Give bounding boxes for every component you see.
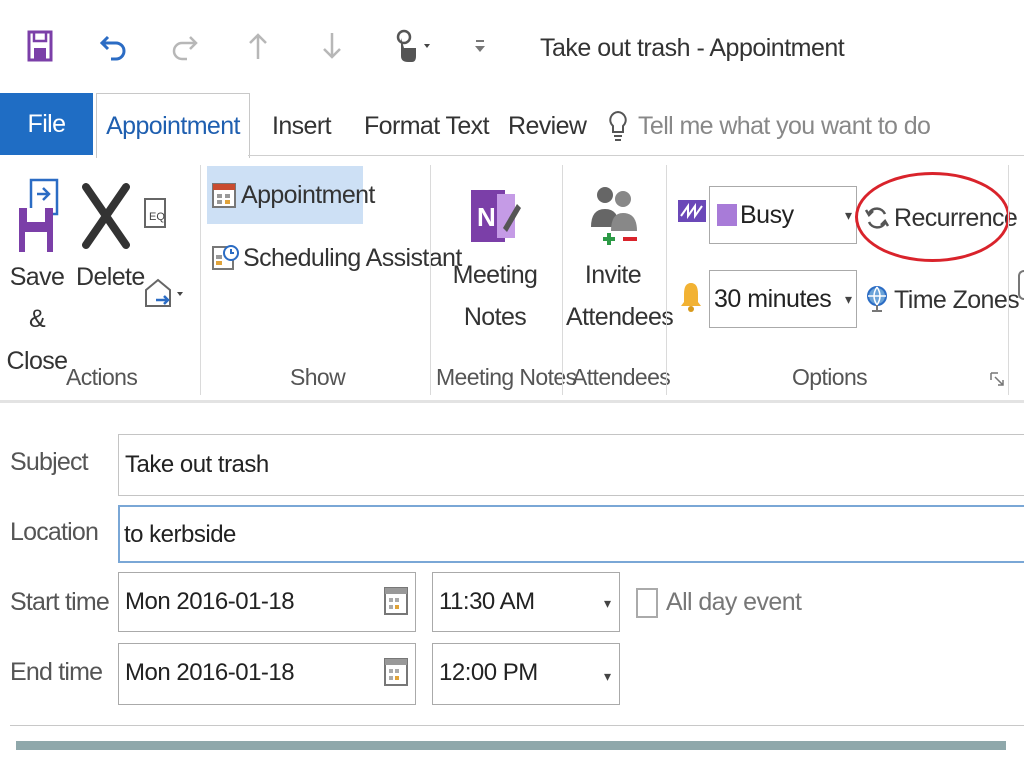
chevron-down-icon: ▾: [603, 595, 611, 611]
appointment-view-label: Appointment: [241, 180, 375, 209]
group-label-options: Options: [792, 364, 868, 390]
customize-icon[interactable]: [460, 20, 500, 72]
save-icon[interactable]: [18, 20, 62, 72]
all-day-label: All day event: [666, 588, 802, 616]
tab-review[interactable]: Review: [508, 100, 587, 152]
calendar-icon[interactable]: [383, 585, 409, 622]
end-time-dropdown[interactable]: 12:00 PM ▾: [432, 643, 620, 705]
end-time-label: End time: [10, 658, 103, 686]
ribbon-top-border: [248, 155, 1024, 156]
start-time-label: Start time: [10, 588, 110, 616]
tab-file[interactable]: File: [0, 93, 93, 155]
scheduling-assistant-icon: [211, 243, 239, 273]
group-label-actions: Actions: [66, 364, 138, 390]
lightbulb-icon: [608, 110, 628, 142]
group-separator: [430, 165, 431, 395]
scheduling-assistant-button[interactable]: Scheduling Assistant: [211, 230, 462, 286]
dialog-launcher-icon[interactable]: [990, 372, 1004, 391]
group-label-meeting-notes: Meeting Notes: [436, 364, 577, 390]
invite-attendees-label-1: Invite: [584, 261, 642, 289]
time-zones-label: Time Zones: [894, 285, 1020, 314]
show-as-value: Busy: [740, 201, 794, 229]
recurrence-button[interactable]: Recurrence: [864, 196, 1018, 240]
body-editor-border: [10, 725, 1024, 726]
tell-me-placeholder: Tell me what you want to do: [638, 111, 931, 140]
meeting-notes-button[interactable]: N Meeting Notes: [450, 172, 540, 338]
globe-icon: [866, 285, 888, 315]
appointment-view-button[interactable]: Appointment: [207, 166, 375, 224]
meeting-notes-label-2: Notes: [463, 303, 527, 331]
chevron-down-icon: ▾: [844, 291, 852, 307]
start-time-dropdown[interactable]: 11:30 AM ▾: [432, 572, 620, 632]
invite-attendees-icon: [566, 172, 660, 260]
chevron-down-icon: ▾: [844, 207, 852, 223]
touch-mode-icon[interactable]: [380, 20, 440, 72]
tab-insert[interactable]: Insert: [272, 100, 332, 152]
undo-icon[interactable]: [92, 20, 136, 72]
busy-swatch: [717, 204, 737, 226]
location-value: to kerbside: [124, 521, 236, 548]
subject-label: Subject: [10, 448, 89, 476]
tell-me-box[interactable]: Tell me what you want to do: [608, 100, 931, 152]
start-date-value: Mon 2016-01-18: [125, 588, 295, 615]
group-separator: [562, 165, 563, 395]
group-separator: [200, 165, 201, 395]
end-time-value: 12:00 PM: [439, 659, 538, 686]
save-close-label-1: Save &: [9, 263, 65, 333]
calendar-icon: [211, 181, 237, 209]
meeting-notes-label-1: Meeting: [452, 261, 538, 289]
start-date-picker[interactable]: Mon 2016-01-18: [118, 572, 416, 632]
location-field[interactable]: to kerbside: [118, 505, 1024, 563]
subject-value: Take out trash: [125, 451, 269, 478]
location-label: Location: [10, 518, 99, 546]
reminder-value: 30 minutes: [714, 285, 832, 313]
ribbon-bottom-border: [0, 400, 1024, 403]
svg-text:N: N: [477, 202, 496, 232]
show-as-dropdown[interactable]: Busy ▾: [709, 186, 857, 244]
group-separator: [1008, 165, 1009, 395]
save-close-button[interactable]: Save & Close: [4, 172, 70, 382]
invite-attendees-button[interactable]: Invite Attendees: [566, 172, 674, 338]
reminder-bell-icon: [680, 280, 702, 319]
save-close-icon: [4, 172, 70, 260]
start-time-value: 11:30 AM: [439, 588, 535, 615]
footer-bar: [16, 741, 1006, 750]
tab-appointment[interactable]: Appointment: [96, 93, 250, 158]
forward-options-icon[interactable]: [142, 276, 188, 317]
end-date-picker[interactable]: Mon 2016-01-18: [118, 643, 416, 705]
respond-icon[interactable]: EQ: [142, 196, 170, 235]
window-title: Take out trash - Appointment: [540, 34, 845, 62]
arrow-down-icon[interactable]: [310, 20, 354, 72]
recurrence-icon: [864, 205, 890, 231]
delete-icon: [76, 172, 136, 260]
save-close-label-2: Close: [6, 347, 69, 375]
tab-format-text[interactable]: Format Text: [364, 100, 490, 152]
chevron-down-icon: ▾: [603, 668, 611, 684]
group-label-show: Show: [290, 364, 346, 390]
scheduling-assistant-label: Scheduling Assistant: [243, 243, 462, 272]
subject-field[interactable]: Take out trash: [118, 434, 1024, 496]
reminder-dropdown[interactable]: 30 minutes ▾: [709, 270, 857, 328]
show-as-icon: [678, 200, 706, 227]
arrow-up-icon[interactable]: [236, 20, 280, 72]
calendar-icon[interactable]: [383, 656, 409, 693]
time-zones-button[interactable]: Time Zones: [866, 278, 1020, 322]
all-day-checkbox[interactable]: [636, 588, 658, 618]
overflow-icon: [1018, 270, 1024, 300]
svg-text:EQ: EQ: [149, 211, 165, 223]
delete-button[interactable]: Delete: [76, 172, 145, 298]
invite-attendees-label-2: Attendees: [566, 303, 674, 331]
group-separator: [666, 165, 667, 395]
group-label-attendees: Attendees: [572, 364, 671, 390]
recurrence-label: Recurrence: [894, 203, 1018, 232]
end-date-value: Mon 2016-01-18: [125, 659, 295, 686]
delete-label: Delete: [76, 263, 145, 291]
onenote-icon: N: [450, 172, 540, 260]
redo-icon[interactable]: [162, 20, 206, 72]
